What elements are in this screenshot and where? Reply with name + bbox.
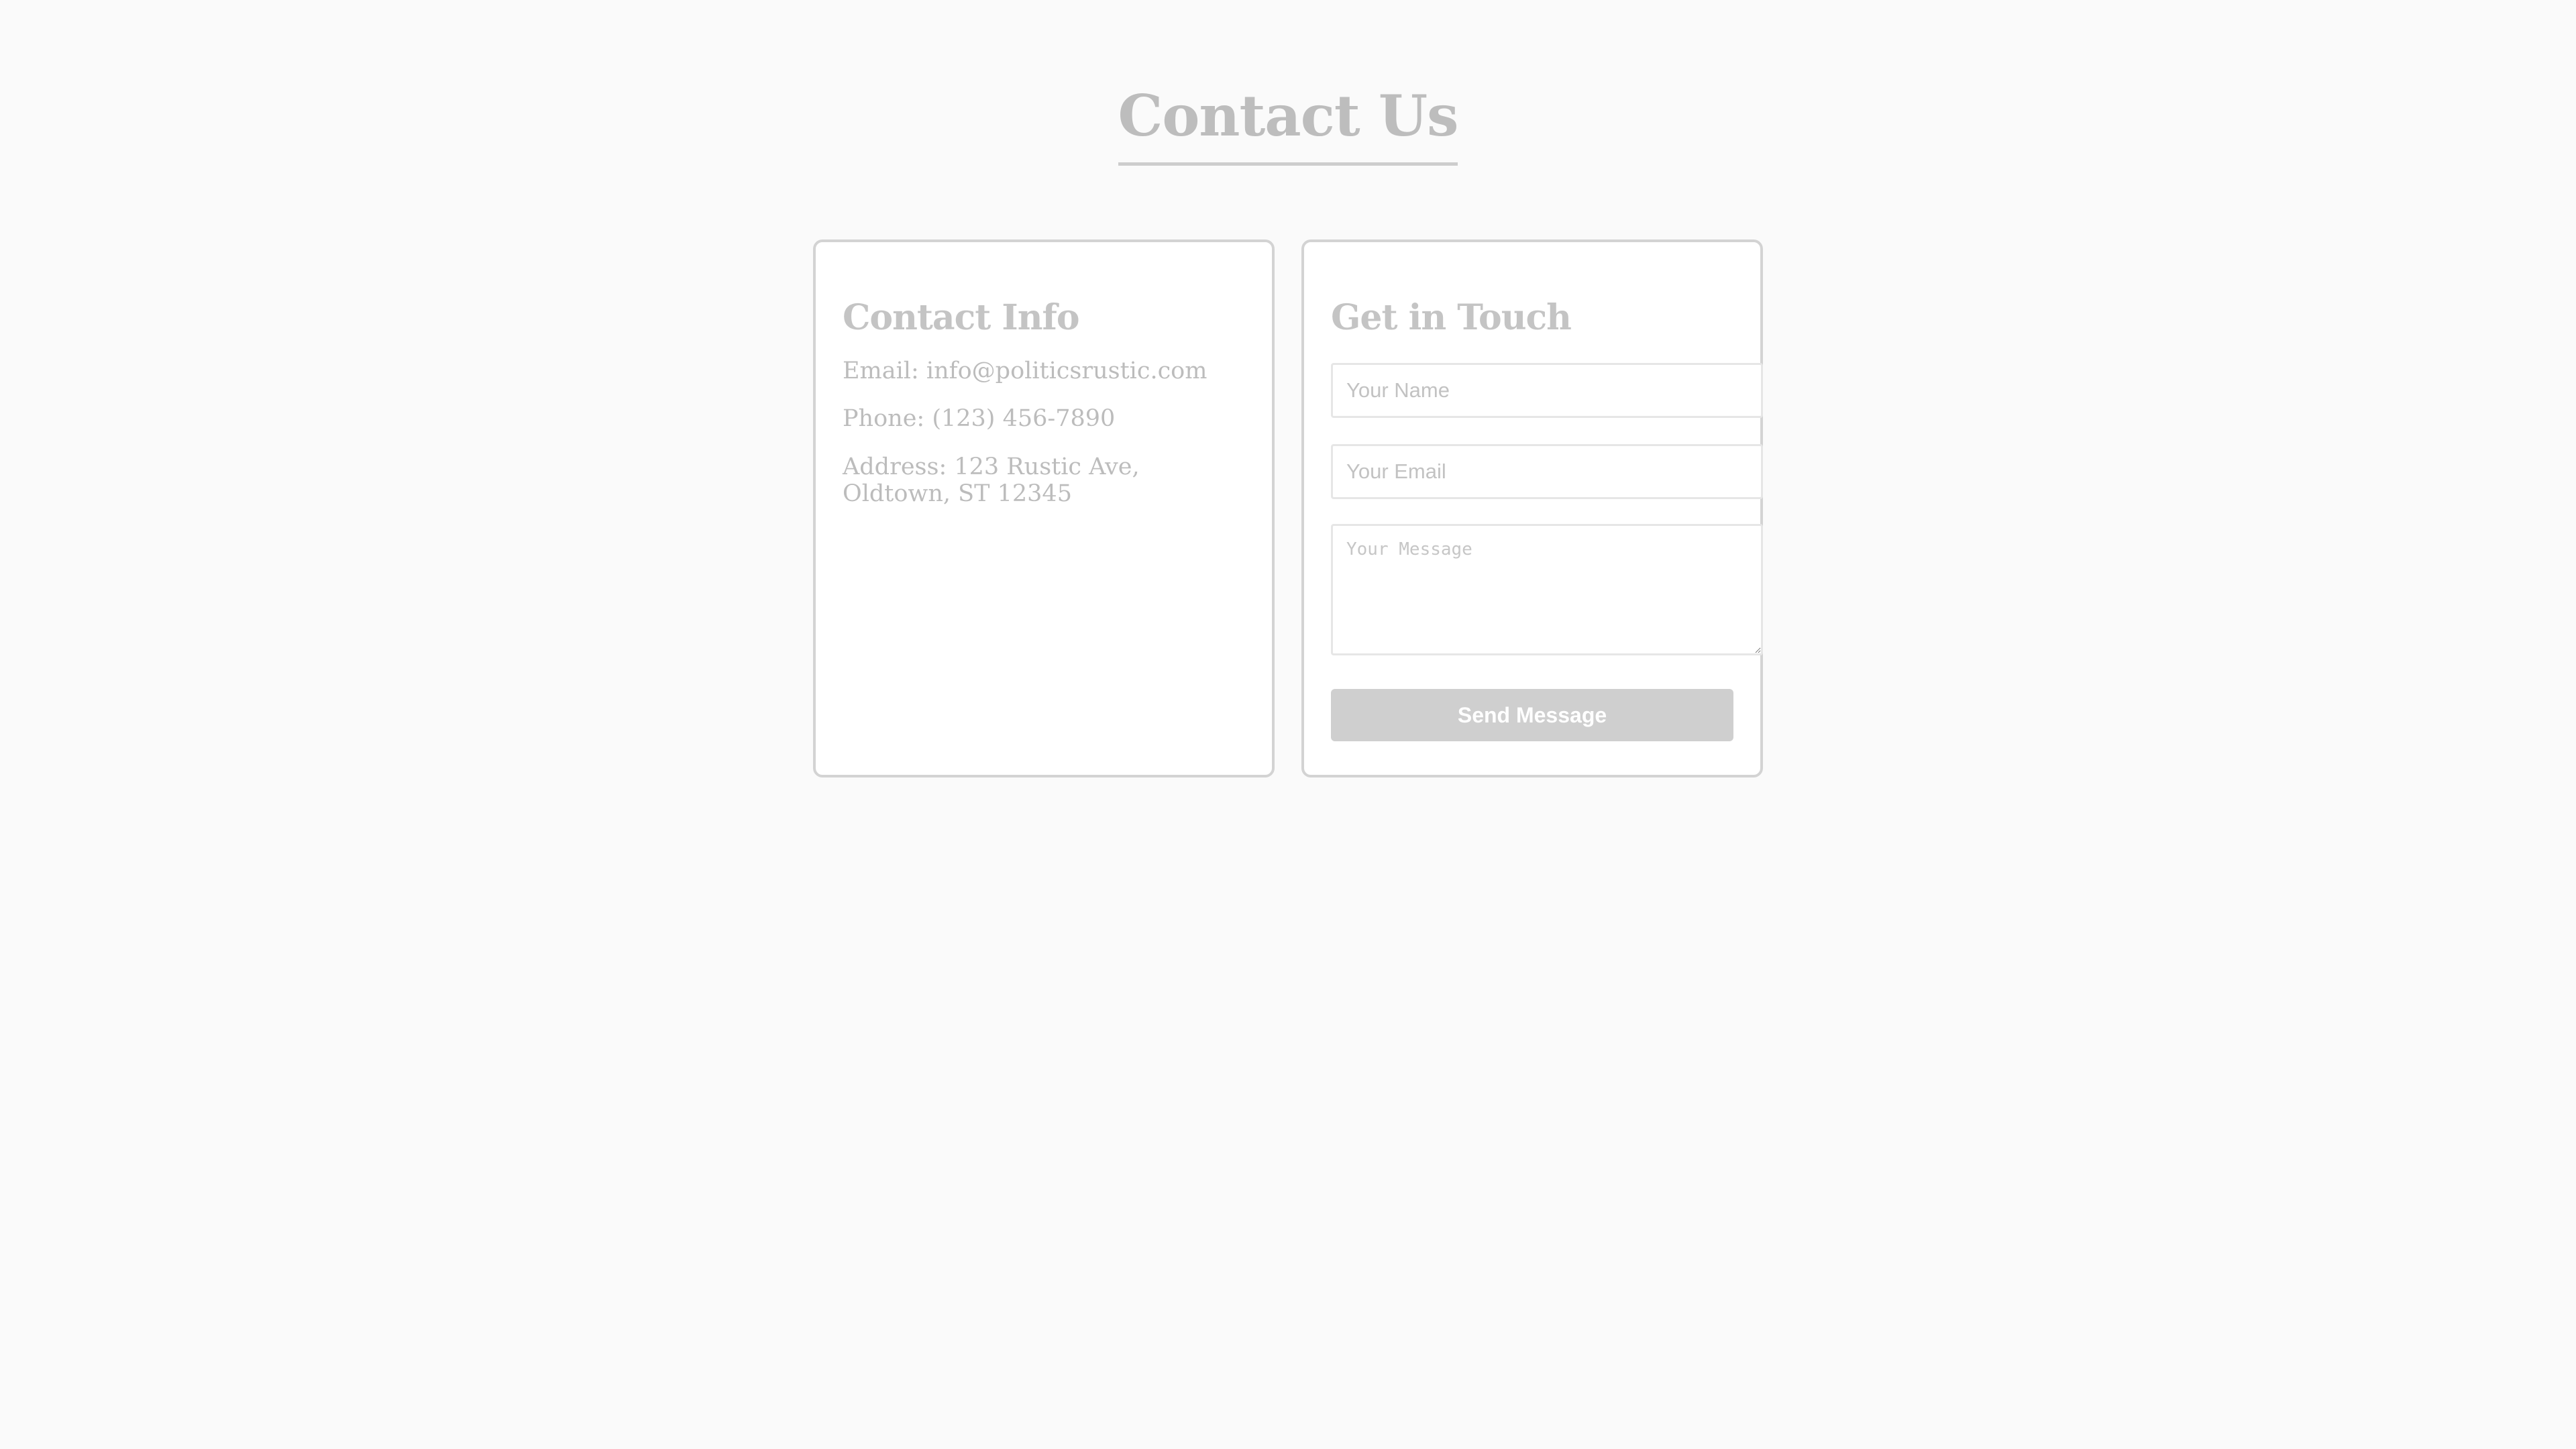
get-in-touch-card: Get in Touch Send Message [1301,239,1763,777]
name-input[interactable] [1331,363,1763,418]
send-message-button[interactable]: Send Message [1331,689,1733,741]
contact-info-card: Contact Info Email: info@politicsrustic.… [813,239,1275,777]
page-title: Contact Us [1118,79,1458,166]
contact-email: Email: info@politicsrustic.com [843,358,1208,384]
page-title-wrapper: Contact Us [0,79,2576,166]
contact-address: Address: 123 Rustic Ave, Oldtown, ST 123… [843,453,1140,507]
contact-info-heading: Contact Info [843,297,1080,338]
message-textarea[interactable] [1331,524,1763,655]
email-input[interactable] [1331,444,1763,499]
get-in-touch-heading: Get in Touch [1331,297,1572,338]
contact-phone: Phone: (123) 456-7890 [843,405,1116,432]
